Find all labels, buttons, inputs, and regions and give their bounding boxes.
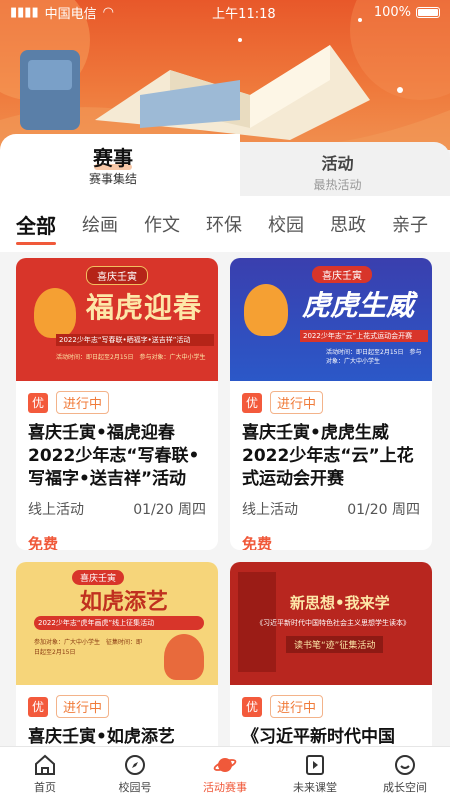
poster-subtitle: 《习近平新时代中国特色社会主义思想学生读本》 bbox=[256, 619, 410, 627]
event-title: 喜庆壬寅•虎虎生威2022少年志“云”上花式运动会开赛 bbox=[242, 423, 414, 489]
nav-classroom-label: 未来课堂 bbox=[293, 780, 337, 794]
home-icon bbox=[35, 754, 55, 775]
event-poster: 喜庆壬寅 虎虎生威 2022少年志“云”上花式运动会开赛 活动时间：即日起至2月… bbox=[230, 258, 432, 381]
status-badge: 进行中 bbox=[56, 391, 110, 414]
nav-campus[interactable]: 校园号 bbox=[90, 747, 180, 800]
wifi-icon: ◠ bbox=[102, 4, 114, 20]
play-icon bbox=[306, 754, 324, 775]
poster-banner: 喜庆壬寅 bbox=[86, 266, 148, 285]
filter-essay[interactable]: 作文 bbox=[144, 211, 180, 237]
nav-home[interactable]: 首页 bbox=[0, 747, 90, 800]
status-badge: 进行中 bbox=[270, 391, 324, 414]
poster-subtitle: 2022少年志“云”上花式运动会开赛 bbox=[300, 330, 428, 342]
nav-events-label: 活动赛事 bbox=[203, 780, 247, 794]
event-mode: 线上活动 bbox=[242, 502, 298, 518]
category-tabs: 活动 最热活动 赛事 赛事集结 bbox=[0, 134, 450, 196]
planet-icon bbox=[213, 757, 237, 772]
poster-info: 读书笔“迹”征集活动 bbox=[286, 636, 384, 653]
featured-badge: 优 bbox=[242, 696, 262, 717]
event-poster: 喜庆壬寅 如虎添艺 2022少年志“虎年画虎”线上征集活动 参加对象：广大中小学… bbox=[16, 562, 218, 685]
tab-competitions[interactable]: 赛事 赛事集结 bbox=[0, 134, 240, 196]
poster-banner: 喜庆壬寅 bbox=[72, 570, 125, 585]
filter-family[interactable]: 亲子 bbox=[392, 211, 428, 237]
compass-icon bbox=[125, 754, 145, 775]
tiger-illustration bbox=[244, 284, 288, 336]
poster-banner: 喜庆壬寅 bbox=[312, 266, 372, 283]
nav-events[interactable]: 活动赛事 bbox=[180, 747, 270, 800]
tab-activities-title: 活动 bbox=[321, 154, 354, 173]
poster-subtitle: 2022少年志“写春联•晒福字•送吉祥”活动 bbox=[56, 334, 214, 346]
nav-growth[interactable]: 成长空间 bbox=[360, 747, 450, 800]
poster-info: 参加对象：广大中小学生 征集时间：即日起至2月15日 bbox=[34, 639, 143, 656]
poster-info: 活动时间：即日起至2月15日 参与对象：广大中小学生 bbox=[326, 349, 422, 365]
status-bar: ▮▮▮▮ 中国电信 ◠ 上午11:18 100% bbox=[0, 0, 450, 24]
event-date: 01/20 周四 bbox=[347, 502, 420, 518]
filter-environment[interactable]: 环保 bbox=[206, 211, 242, 237]
event-price: 免费 bbox=[28, 535, 59, 550]
battery-percent: 100% bbox=[373, 4, 411, 20]
tab-activities-subtitle: 最热活动 bbox=[313, 178, 362, 192]
filter-politics[interactable]: 思政 bbox=[330, 211, 366, 237]
carrier-label: 中国电信 bbox=[44, 6, 97, 22]
tab-competitions-subtitle: 赛事集结 bbox=[88, 172, 137, 186]
nav-campus-label: 校园号 bbox=[118, 780, 152, 794]
poster-banner: 新思想•我来学 bbox=[290, 594, 390, 612]
tab-competitions-title: 赛事 bbox=[93, 146, 133, 170]
featured-badge: 优 bbox=[28, 392, 48, 413]
event-price: 免费 bbox=[242, 535, 273, 550]
nav-classroom[interactable]: 未来课堂 bbox=[270, 747, 360, 800]
nav-home-label: 首页 bbox=[34, 780, 56, 794]
status-badge: 进行中 bbox=[270, 695, 324, 718]
featured-badge: 优 bbox=[28, 696, 48, 717]
event-card[interactable]: 喜庆壬寅 虎虎生威 2022少年志“云”上花式运动会开赛 活动时间：即日起至2月… bbox=[230, 258, 432, 550]
poster-headline: 如虎添艺 bbox=[80, 589, 169, 615]
filter-painting[interactable]: 绘画 bbox=[82, 211, 118, 237]
event-card[interactable]: 喜庆壬寅 福虎迎春 2022少年志“写春联•晒福字•送吉祥”活动 活动时间：即日… bbox=[16, 258, 218, 550]
event-title: 喜庆壬寅•福虎迎春2022少年志“写春联•写福字•送吉祥”活动 bbox=[28, 423, 200, 489]
poster-info: 活动时间：即日起至2月15日 参与对象：广大中小学生 bbox=[56, 354, 206, 361]
poster-subtitle: 2022少年志“虎年画虎”线上征集活动 bbox=[34, 616, 204, 630]
event-poster: 新思想•我来学 《习近平新时代中国特色社会主义思想学生读本》 读书笔“迹”征集活… bbox=[230, 562, 432, 685]
featured-badge: 优 bbox=[242, 392, 262, 413]
filter-campus[interactable]: 校园 bbox=[268, 211, 304, 237]
event-poster: 喜庆壬寅 福虎迎春 2022少年志“写春联•晒福字•送吉祥”活动 活动时间：即日… bbox=[16, 258, 218, 381]
battery-icon bbox=[416, 6, 440, 18]
status-badge: 进行中 bbox=[56, 695, 110, 718]
poster-headline: 福虎迎春 bbox=[86, 291, 203, 324]
clock: 上午11:18 bbox=[212, 6, 276, 22]
tiger-illustration bbox=[164, 634, 204, 680]
poster-headline: 虎虎生威 bbox=[302, 289, 415, 322]
smile-icon bbox=[395, 754, 415, 775]
bottom-nav: 首页 校园号 活动赛事 未来课堂 成长空间 bbox=[0, 746, 450, 800]
tiger-illustration bbox=[34, 288, 76, 338]
event-mode: 线上活动 bbox=[28, 502, 84, 518]
nav-growth-label: 成长空间 bbox=[383, 780, 427, 794]
tab-activities[interactable]: 活动 最热活动 bbox=[225, 142, 450, 196]
filter-bar: 全部 绘画 作文 环保 校园 思政 亲子 bbox=[0, 196, 450, 252]
filter-all[interactable]: 全部 bbox=[16, 210, 56, 245]
event-date: 01/20 周四 bbox=[133, 502, 206, 518]
signal-icon: ▮▮▮▮ bbox=[10, 4, 39, 20]
